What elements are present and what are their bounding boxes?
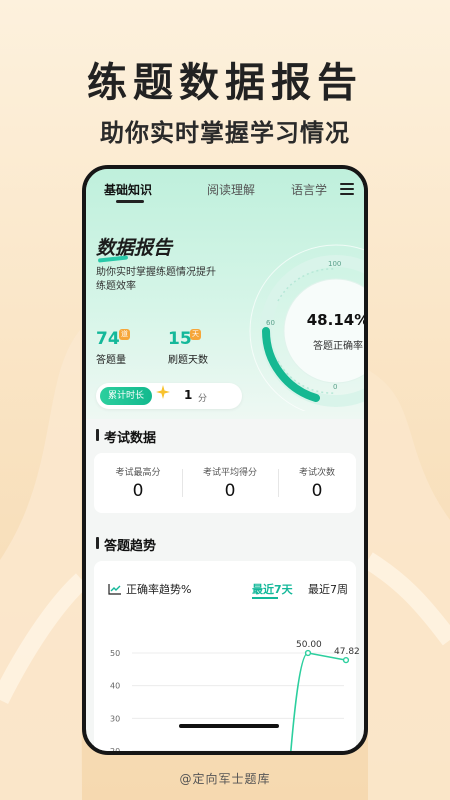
y-tick-label: 40 [110, 682, 120, 691]
sparkle-icon [156, 385, 170, 399]
exam-count-value: 0 [311, 481, 323, 501]
practice-days-label: 刷题天数 [168, 355, 208, 366]
tab-linguistics[interactable]: 语言学 [291, 181, 327, 198]
question-count-value: 74 [96, 329, 120, 349]
trend-chart-title: 正确率趋势% [126, 583, 192, 596]
tab-bar: 基础知识 阅读理解 语言学 [86, 181, 364, 205]
tab-basic-knowledge[interactable]: 基础知识 [104, 181, 152, 198]
promo-headline: 练题数据报告 [87, 60, 363, 106]
trend-point-label: 50.00 [296, 640, 322, 650]
duration-pill: 累计时长 1 分 [96, 383, 242, 409]
gauge-tick-100: 100 [328, 260, 341, 268]
exam-max-score: 考试最高分 0 [94, 453, 182, 513]
exam-avg-score: 考试平均得分 0 [182, 453, 278, 513]
menu-icon[interactable] [340, 183, 354, 195]
trend-point [342, 657, 350, 664]
exam-max-score-label: 考试最高分 [115, 468, 161, 478]
app-screen: 基础知识 阅读理解 语言学 数据报告 助你实时掌握练题情况提升练题效率 100 … [86, 169, 364, 751]
tab-reading[interactable]: 阅读理解 [207, 181, 255, 198]
trend-chart-icon [108, 584, 121, 595]
exam-section-title: 考试数据 [96, 427, 156, 446]
trend-point-label: 47.82 [334, 647, 360, 657]
accuracy-trend-chart: 50 40 30 20 50.00 47.82 [110, 640, 360, 755]
duration-value: 1 [184, 388, 193, 402]
exam-count: 考试次数 0 [278, 453, 356, 513]
duration-unit: 分 [198, 394, 208, 404]
practice-days-badge: 天 [190, 329, 201, 340]
question-count-badge: 道 [119, 329, 130, 340]
tab-active-underline [116, 200, 144, 203]
y-tick-label: 30 [110, 714, 120, 723]
y-tick-label: 20 [110, 747, 120, 755]
gauge-tick-60: 60 [266, 319, 275, 327]
exam-avg-score-value: 0 [224, 481, 236, 501]
practice-days-value: 15 [168, 329, 192, 349]
accuracy-value: 48.14% [306, 311, 368, 329]
exam-max-score-value: 0 [132, 481, 144, 501]
y-tick-label: 50 [110, 649, 120, 658]
report-title: 数据报告 [96, 237, 173, 259]
duration-tag: 累计时长 [100, 387, 153, 405]
trend-point [304, 649, 312, 657]
trend-series-line [290, 652, 347, 751]
gauge-tick-0: 0 [333, 383, 337, 391]
phone-frame: 基础知识 阅读理解 语言学 数据报告 助你实时掌握练题情况提升练题效率 100 … [82, 165, 368, 755]
range-last-7-weeks[interactable]: 最近7周 [308, 581, 348, 597]
range-last-7-days[interactable]: 最近7天 [252, 581, 293, 597]
accuracy-label: 答题正确率 [313, 341, 363, 352]
trend-section-title: 答题趋势 [96, 535, 156, 554]
range-active-underline [252, 597, 278, 599]
promo-subline: 助你实时掌握学习情况 [100, 119, 350, 147]
question-count-label: 答题量 [96, 355, 126, 366]
home-indicator [179, 724, 279, 728]
exam-card: 考试最高分 0 考试平均得分 0 考试次数 0 [94, 453, 356, 513]
promo-footer: @定向军士题库 [179, 772, 271, 786]
report-hero: 基础知识 阅读理解 语言学 数据报告 助你实时掌握练题情况提升练题效率 100 … [86, 169, 364, 419]
exam-count-label: 考试次数 [298, 468, 335, 478]
report-description: 助你实时掌握练题情况提升练题效率 [96, 267, 216, 292]
exam-avg-score-label: 考试平均得分 [202, 468, 257, 478]
